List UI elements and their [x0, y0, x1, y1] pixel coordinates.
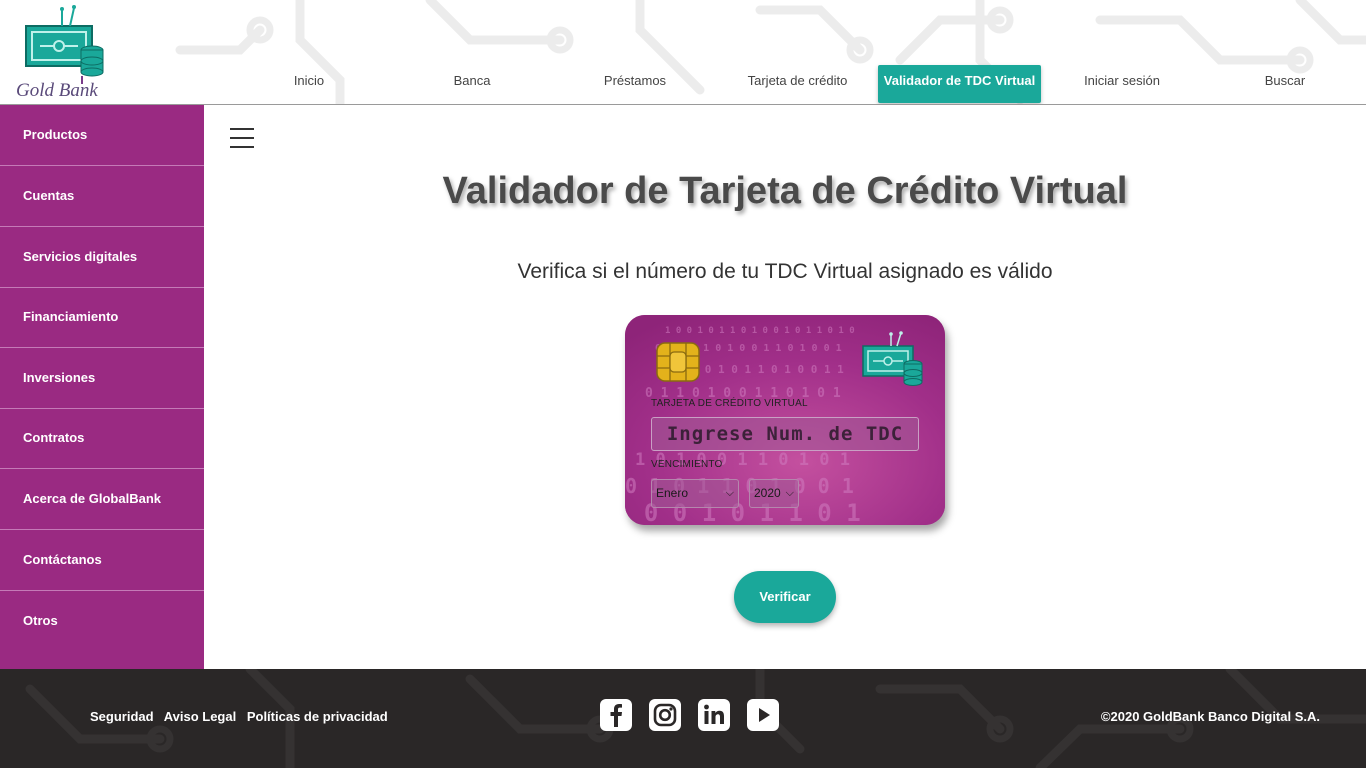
linkedin-icon[interactable] — [698, 699, 730, 731]
hamburger-menu-icon[interactable] — [230, 128, 254, 152]
footer-link-aviso-legal[interactable]: Aviso Legal — [164, 709, 236, 724]
card-number-label: TARJETA DE CRÉDITO VIRTUAL — [651, 398, 808, 409]
sidebar-item-contratos[interactable]: Contratos — [0, 408, 204, 469]
footer-link-privacidad[interactable]: Políticas de privacidad — [247, 709, 388, 724]
chevron-down-icon: ⌵ — [785, 487, 794, 499]
youtube-icon[interactable] — [747, 699, 779, 731]
site-footer: Seguridad Aviso Legal Políticas de priva… — [0, 669, 1366, 768]
nav-prestamos[interactable]: Préstamos — [594, 65, 676, 103]
svg-text:1 0 0 1 0 1 1 0 1 0 0 1 0 1 1: 1 0 0 1 0 1 1 0 1 0 0 1 0 1 1 0 1 0 — [665, 326, 855, 336]
sidebar-item-productos[interactable]: Productos — [0, 105, 204, 166]
page-title: Validador de Tarjeta de Crédito Virtual — [442, 170, 1128, 212]
nav-inicio[interactable]: Inicio — [268, 65, 350, 103]
expiry-label: VENCIMIENTO — [651, 459, 723, 470]
nav-banca[interactable]: Banca — [431, 65, 513, 103]
sidebar-item-cuentas[interactable]: Cuentas — [0, 166, 204, 227]
nav-iniciar-sesion[interactable]: Iniciar sesión — [1076, 65, 1168, 103]
copyright-text: ©2020 GoldBank Banco Digital S.A. — [1100, 709, 1320, 724]
bank-logo-icon — [862, 331, 923, 386]
sidebar-item-acerca[interactable]: Acerca de GlobalBank — [0, 469, 204, 530]
sidebar-item-inversiones[interactable]: Inversiones — [0, 348, 204, 409]
page-subtitle: Verifica si el número de tu TDC Virtual … — [517, 260, 1053, 283]
chevron-down-icon: ⌵ — [725, 487, 734, 499]
nav-buscar[interactable]: Buscar — [1248, 65, 1322, 103]
nav-validador-tdc[interactable]: Validador de TDC Virtual — [878, 65, 1041, 103]
expiry-month-value: Enero — [656, 486, 689, 500]
expiry-month-select[interactable]: Enero ⌵ — [651, 479, 739, 508]
main-nav: Inicio Banca Préstamos Tarjeta de crédit… — [228, 65, 1366, 104]
expiry-year-value: 2020 — [754, 486, 781, 500]
verify-button[interactable]: Verificar — [734, 571, 836, 623]
logo-wordmark: Gold Bank — [16, 80, 98, 101]
footer-links: Seguridad Aviso Legal Políticas de priva… — [90, 709, 395, 724]
nav-tarjeta-credito[interactable]: Tarjeta de crédito — [740, 65, 855, 103]
virtual-card: 1 0 0 1 0 1 1 0 1 0 0 1 0 1 1 0 1 0 0 1 … — [625, 315, 945, 525]
sidebar: Productos Cuentas Servicios digitales Fi… — [0, 105, 204, 669]
expiry-year-select[interactable]: 2020 ⌵ — [749, 479, 799, 508]
sidebar-item-otros[interactable]: Otros — [0, 591, 204, 652]
facebook-icon[interactable] — [600, 699, 632, 731]
instagram-icon[interactable] — [649, 699, 681, 731]
card-chip-icon — [656, 342, 700, 382]
sidebar-item-contactanos[interactable]: Contáctanos — [0, 530, 204, 591]
footer-link-seguridad[interactable]: Seguridad — [90, 709, 154, 724]
sidebar-item-financiamiento[interactable]: Financiamiento — [0, 287, 204, 348]
sidebar-item-servicios-digitales[interactable]: Servicios digitales — [0, 227, 204, 288]
site-header: Gold Bank Inicio Banca Préstamos Tarjeta… — [0, 0, 1366, 105]
card-number-input[interactable] — [651, 417, 919, 451]
